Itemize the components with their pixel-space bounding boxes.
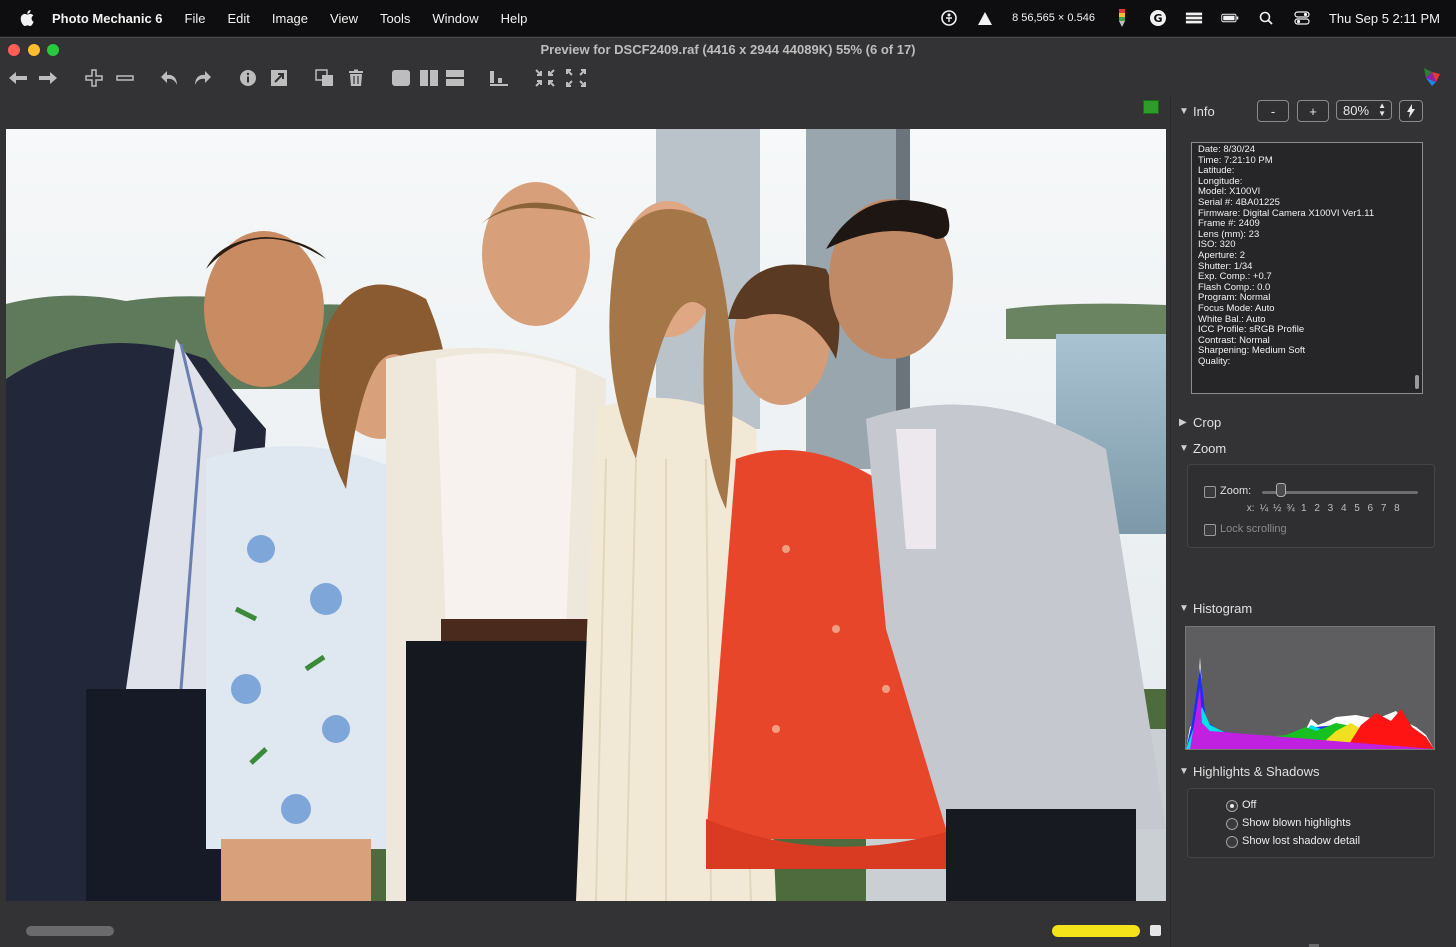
lightning-icon — [1407, 104, 1415, 118]
menu-file[interactable]: File — [185, 11, 206, 26]
copy-icon[interactable] — [315, 66, 335, 90]
crop-section-header[interactable]: ▶ Crop — [1179, 415, 1221, 430]
menu-edit[interactable]: Edit — [227, 11, 249, 26]
zoom-controls: Zoom: x: ¼ ½ ¾ 1 2 3 4 5 6 7 8 Lock scro… — [1187, 464, 1435, 548]
zoom-scale-labels: x: ¼ ½ ¾ 1 2 3 4 5 6 7 8 — [1246, 503, 1400, 514]
rotate-right-icon[interactable] — [192, 66, 212, 90]
radio-show-blown-highlights-label[interactable]: Show blown highlights — [1242, 817, 1351, 829]
radio-show-blown-highlights[interactable] — [1226, 818, 1238, 830]
side-by-side-view-icon[interactable] — [418, 66, 440, 90]
info-line: Focus Mode: Auto — [1198, 302, 1275, 314]
zoom-out-button[interactable]: - — [1257, 100, 1289, 122]
photo-mechanic-logo-icon — [1420, 66, 1444, 90]
grammarly-icon[interactable]: G — [1149, 9, 1167, 27]
lock-scrolling-checkbox[interactable] — [1204, 524, 1216, 536]
radio-off[interactable] — [1226, 800, 1238, 812]
next-arrow-icon[interactable] — [38, 66, 58, 90]
stacked-view-icon[interactable] — [444, 66, 466, 90]
color-class-bar[interactable] — [1052, 925, 1140, 937]
coordinates-readout[interactable]: 8 56,565 × 0.546 — [1012, 12, 1095, 24]
info-line: Serial #: 4BA01225 — [1198, 196, 1280, 208]
info-line: Aperture: 2 — [1198, 249, 1245, 261]
zoom-percent-stepper[interactable]: 80% ▲ ▼ — [1336, 100, 1392, 120]
pencil-colored-icon[interactable] — [1113, 9, 1131, 27]
color-label-tag[interactable] — [1143, 100, 1159, 114]
align-bottom-icon[interactable] — [488, 66, 510, 90]
zoom-in-button[interactable]: + — [1297, 100, 1329, 122]
menu-tools[interactable]: Tools — [380, 11, 410, 26]
inspector-panel: ▼ Info - + 80% ▲ ▼ Date: 8/30/24 Time: 7:… — [1170, 94, 1456, 947]
menu-view[interactable]: View — [330, 11, 358, 26]
title-bar: Preview for DSCF2409.raf (4416 x 2944 44… — [0, 38, 1456, 62]
menu-window[interactable]: Window — [432, 11, 478, 26]
radio-show-lost-shadow-detail[interactable] — [1226, 836, 1238, 848]
zoom-in-plus-icon[interactable] — [84, 66, 104, 90]
info-section-header[interactable]: ▼ Info — [1179, 104, 1215, 119]
disclosure-open-icon: ▼ — [1179, 603, 1189, 614]
metadata-info-box[interactable]: Date: 8/30/24 Time: 7:21:10 PM Latitude:… — [1191, 142, 1423, 394]
info-icon[interactable] — [238, 66, 258, 90]
lock-scrolling-label: Lock scrolling — [1220, 523, 1287, 535]
filmstrip-scroll-thumb[interactable] — [26, 926, 114, 936]
battery-icon[interactable] — [1221, 9, 1239, 27]
histogram-section-header[interactable]: ▼ Histogram — [1179, 601, 1252, 616]
disclosure-open-icon: ▼ — [1179, 106, 1189, 117]
disclosure-open-icon: ▼ — [1179, 766, 1189, 777]
menubar-status-area: 8 56,565 × 0.546 G Thu Sep 5 2:11 PM — [940, 0, 1440, 36]
histogram-display — [1185, 626, 1435, 750]
rotate-left-icon[interactable] — [160, 66, 180, 90]
toolbar — [0, 64, 1456, 94]
zoom-percent-value: 80% — [1343, 102, 1370, 118]
control-center-icon[interactable] — [1293, 9, 1311, 27]
export-image-icon[interactable] — [269, 66, 289, 90]
stepper-arrows-icon: ▲ ▼ — [1378, 101, 1386, 118]
menu-help[interactable]: Help — [501, 11, 528, 26]
lightning-button[interactable] — [1399, 100, 1423, 122]
warning-triangle-icon[interactable] — [976, 9, 994, 27]
zoom-section-header[interactable]: ▼ Zoom — [1179, 441, 1226, 456]
menu-app-name[interactable]: Photo Mechanic 6 — [52, 11, 163, 26]
clock[interactable]: Thu Sep 5 2:11 PM — [1329, 11, 1440, 26]
storage-icon[interactable] — [1185, 9, 1203, 27]
tag-checkbox[interactable] — [1150, 925, 1161, 936]
info-line: Quality: — [1198, 355, 1231, 367]
info-line: Date: 8/30/24 — [1198, 144, 1256, 155]
info-scrollbar[interactable] — [1415, 375, 1419, 389]
expand-fullscreen-icon[interactable] — [565, 66, 587, 90]
accessibility-icon[interactable] — [940, 9, 958, 27]
previous-arrow-icon[interactable] — [8, 66, 28, 90]
single-view-icon[interactable] — [390, 66, 412, 90]
zoom-slider-knob[interactable] — [1276, 483, 1286, 497]
svg-text:G: G — [1153, 12, 1162, 25]
menu-image[interactable]: Image — [272, 11, 308, 26]
disclosure-open-icon: ▼ — [1179, 443, 1189, 454]
apple-icon[interactable] — [16, 7, 38, 29]
photo-preview[interactable] — [6, 129, 1166, 901]
zoom-label: Zoom: — [1220, 485, 1252, 497]
highlights-shadows-options: Off Show blown highlights Show lost shad… — [1187, 788, 1435, 858]
preview-window: Preview for DSCF2409.raf (4416 x 2944 44… — [0, 37, 1456, 947]
zoom-checkbox[interactable] — [1204, 486, 1216, 498]
disclosure-closed-icon: ▶ — [1179, 417, 1187, 428]
radio-show-lost-shadow-detail-label[interactable]: Show lost shadow detail — [1242, 835, 1360, 847]
histogram-graph — [1186, 657, 1434, 749]
menu-bar: Photo Mechanic 6 File Edit Image View To… — [0, 0, 1456, 36]
trash-icon[interactable] — [346, 66, 366, 90]
group-photo-image — [6, 129, 1166, 901]
preview-status-bar — [0, 918, 1166, 946]
search-icon[interactable] — [1257, 9, 1275, 27]
highlights-shadows-section-header[interactable]: ▼ Highlights & Shadows — [1179, 764, 1319, 779]
window-title: Preview for DSCF2409.raf (4416 x 2944 44… — [540, 42, 916, 57]
zoom-out-minus-icon[interactable] — [115, 66, 135, 90]
radio-off-label[interactable]: Off — [1242, 799, 1256, 811]
info-line: Sharpening: Medium Soft — [1198, 345, 1306, 357]
shrink-to-fit-icon[interactable] — [534, 66, 556, 90]
